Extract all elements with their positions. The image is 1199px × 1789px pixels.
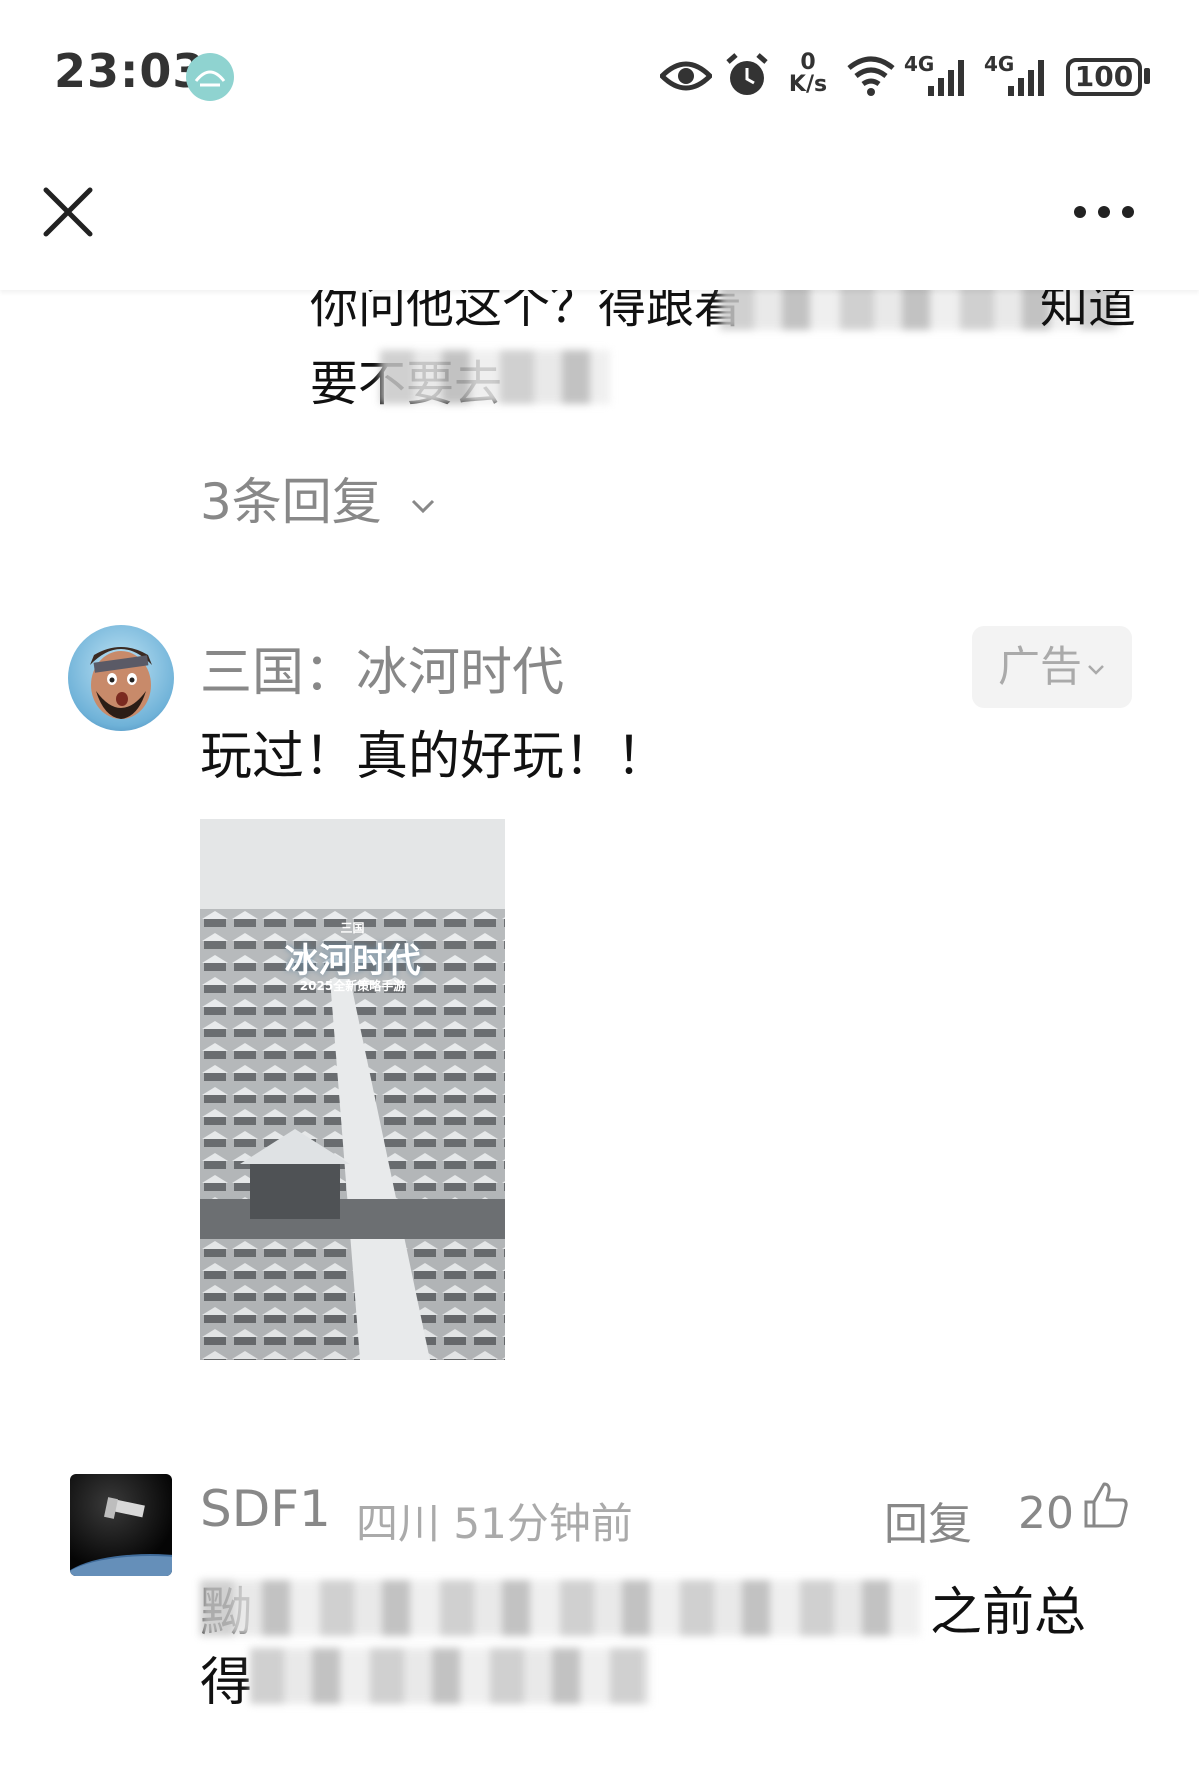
comment-meta: 四川 51分钟前 (356, 1499, 633, 1548)
like-count: 20 (1018, 1488, 1074, 1539)
avatar[interactable] (70, 1474, 172, 1576)
replies-toggle[interactable]: 3条回复 (200, 462, 436, 534)
comment-list: 你问他这个？得跟着 知道 要不要去 3条回复 三国：冰河时代 广告 玩过！真的好… (0, 290, 1199, 1789)
ad-image-title: 冰河时代 (284, 941, 421, 981)
top-nav (0, 150, 1199, 290)
battery-icon: 100 (1066, 58, 1142, 96)
ad-image[interactable]: 三国 冰河时代 2025全新策略手游 (200, 819, 505, 1360)
snow-city-illustration (200, 819, 505, 1360)
status-bar: 23:03 0 K/s 4G 4G 100 (0, 0, 1199, 150)
chevron-down-icon (411, 499, 434, 513)
status-time: 23:03 (54, 44, 206, 98)
user-name[interactable]: SDF1 (200, 1480, 331, 1538)
replies-label: 3条回复 (200, 473, 382, 531)
thumbs-up-icon[interactable] (1082, 1480, 1130, 1530)
chevron-down-icon (1088, 664, 1104, 675)
ad-badge[interactable]: 广告 (972, 626, 1132, 708)
close-icon[interactable] (36, 180, 100, 244)
ad-author-name[interactable]: 三国：冰河时代 (200, 630, 564, 705)
more-icon[interactable] (1068, 190, 1140, 234)
avatar[interactable] (68, 625, 174, 731)
wifi-icon (847, 56, 895, 96)
ad-comment-text: 玩过！真的好玩！！ (200, 727, 669, 787)
prev-comment-line1: 你问他这个？得跟着 (310, 290, 743, 334)
alarm-icon (726, 53, 768, 95)
user-comment-line1-end: 之前总 (930, 1583, 1087, 1643)
eye-icon (660, 61, 712, 91)
net-speed-unit: K/s (788, 72, 828, 97)
blurred-text (380, 350, 610, 404)
blurred-text (200, 1580, 920, 1636)
reply-button[interactable]: 回复 (884, 1488, 972, 1552)
net-speed-value: 0 (800, 50, 816, 75)
signal-icon: 4G (984, 52, 1054, 98)
ad-image-subtitle: 2025全新策略手游 (299, 979, 406, 993)
ad-badge-label: 广告 (997, 642, 1082, 691)
blurred-text (250, 1648, 650, 1704)
app-notification-icon (186, 53, 234, 101)
net-speed: 0 K/s (784, 52, 832, 96)
signal-icon: 4G (904, 52, 974, 98)
prev-comment-line1-end: 知道 (1040, 290, 1137, 334)
battery-tip (1144, 68, 1150, 84)
user-comment-line2-start: 得 (200, 1653, 253, 1713)
